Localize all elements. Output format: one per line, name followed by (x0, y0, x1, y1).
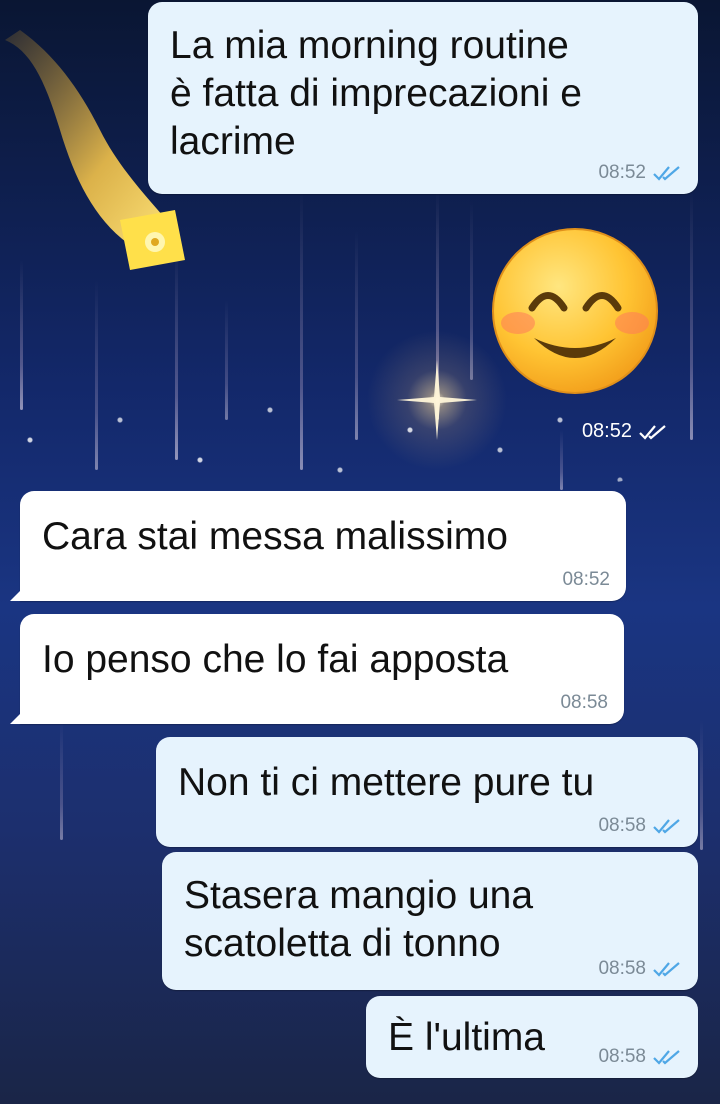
message-time: 08:58 (560, 692, 608, 713)
read-receipt-icon (653, 166, 680, 181)
message-text: La mia morning routine è fatta di imprec… (170, 24, 582, 163)
incoming-message-bubble[interactable]: Cara stai messa malissimo 08:52 (10, 491, 626, 601)
read-receipt-icon (653, 819, 680, 834)
message-time: 08:58 (598, 815, 646, 836)
outgoing-emoji-message[interactable] (486, 228, 666, 398)
message-meta: 08:52 (598, 162, 682, 184)
outgoing-message-bubble[interactable]: È l'ultima 08:58 (366, 996, 698, 1078)
message-list: La mia morning routine è fatta di imprec… (0, 0, 720, 1104)
smiling-face-emoji-icon (492, 228, 658, 394)
outgoing-message-bubble[interactable]: Non ti ci mettere pure tu 08:58 (156, 737, 698, 847)
message-text: Cara stai messa malissimo (42, 515, 508, 558)
bubble-tail (10, 710, 24, 724)
message-meta: 08:52 (582, 420, 668, 443)
outgoing-message-bubble[interactable]: Stasera mangio una scatoletta di tonno 0… (162, 852, 698, 990)
message-text: Io penso che lo fai apposta (42, 638, 509, 681)
incoming-message-bubble[interactable]: Io penso che lo fai apposta 08:58 (10, 614, 624, 724)
read-receipt-icon (639, 424, 666, 440)
message-time: 08:52 (581, 420, 632, 442)
message-meta: 08:58 (560, 692, 608, 714)
message-time: 08:52 (598, 162, 646, 183)
read-receipt-icon (653, 1050, 680, 1065)
message-meta: 08:58 (598, 815, 682, 837)
message-text: Stasera mangio una scatoletta di tonno (184, 874, 534, 965)
message-meta: 08:58 (598, 958, 682, 980)
message-time: 08:58 (598, 1046, 646, 1067)
message-time: 08:58 (598, 958, 646, 979)
message-meta: 08:58 (598, 1046, 682, 1068)
message-text: Non ti ci mettere pure tu (178, 761, 595, 804)
read-receipt-icon (653, 962, 680, 977)
bubble-tail (10, 587, 24, 601)
message-time: 08:52 (562, 569, 610, 590)
message-meta: 08:52 (562, 569, 610, 591)
outgoing-message-bubble[interactable]: La mia morning routine è fatta di imprec… (148, 2, 698, 194)
